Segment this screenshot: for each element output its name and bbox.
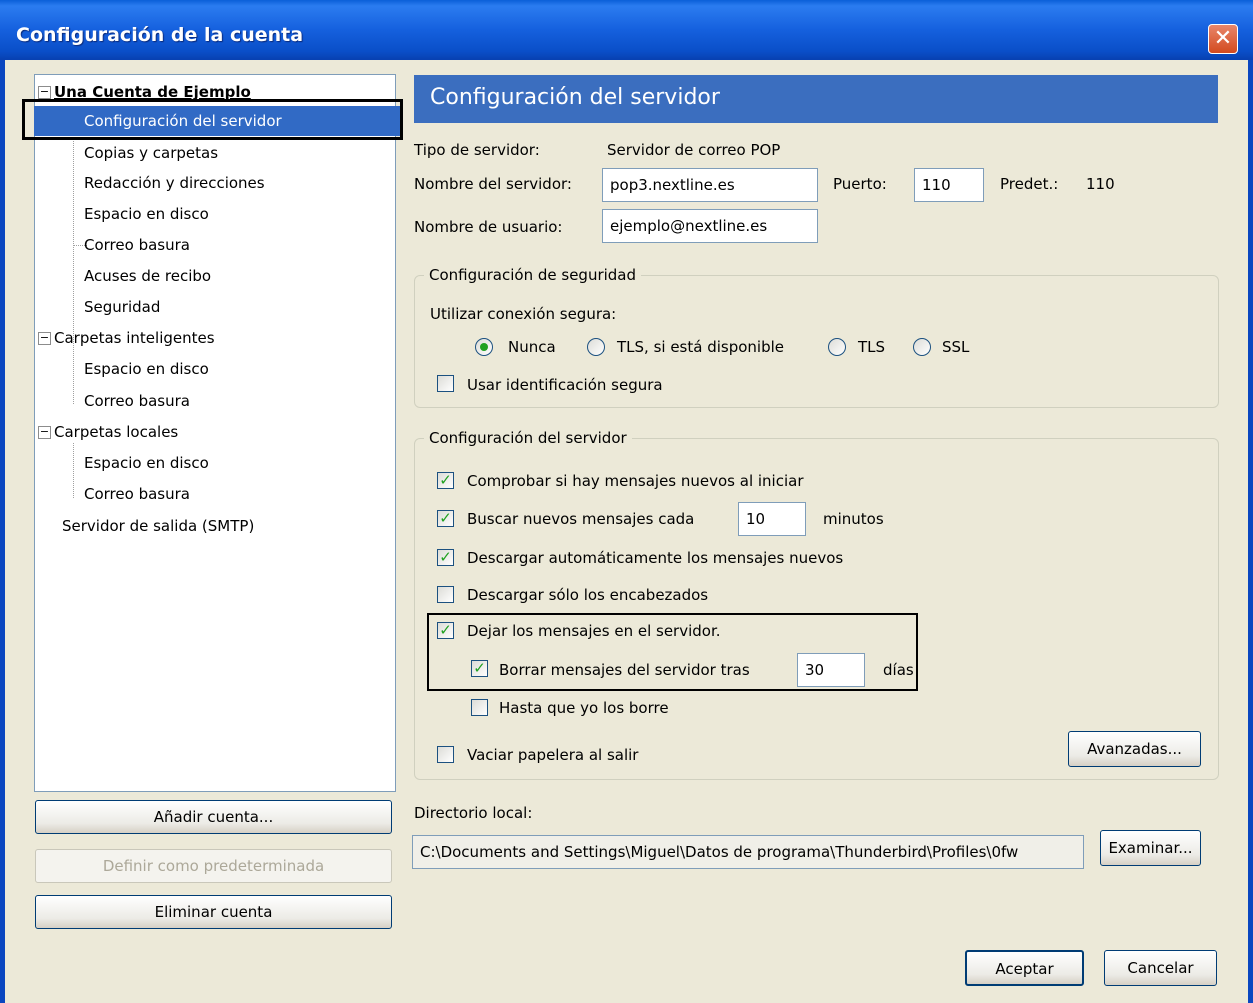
tree-item-smart-disk-space[interactable]: Espacio en disco — [84, 355, 209, 383]
tree-item-junk-mail[interactable]: Correo basura — [84, 231, 190, 259]
tree-line — [73, 443, 74, 498]
auto-download-checkbox[interactable]: ✓ — [437, 549, 454, 566]
tree-item-smart-junk[interactable]: Correo basura — [84, 387, 190, 415]
secure-auth-checkbox[interactable] — [437, 375, 454, 392]
radio-never-label[interactable]: Nunca — [508, 338, 556, 356]
check-startup-label[interactable]: Comprobar si hay mensajes nuevos al inic… — [467, 472, 804, 490]
tree-item-smtp[interactable]: Servidor de salida (SMTP) — [62, 512, 254, 540]
tree-item-composition[interactable]: Redacción y direcciones — [84, 169, 265, 197]
browse-button[interactable]: Examinar... — [1100, 830, 1201, 866]
headers-only-checkbox[interactable] — [437, 586, 454, 603]
username-field[interactable]: ejemplo@nextline.es — [602, 209, 818, 243]
collapse-icon[interactable]: − — [38, 426, 51, 439]
check-every-minutes-field[interactable]: 10 — [738, 502, 806, 536]
advanced-button[interactable]: Avanzadas... — [1068, 731, 1201, 767]
headers-only-label[interactable]: Descargar sólo los encabezados — [467, 586, 708, 604]
tree-node-label: Carpetas locales — [54, 423, 179, 441]
add-account-button[interactable]: Añadir cuenta... — [35, 800, 392, 834]
server-name-label: Nombre del servidor: — [414, 175, 572, 193]
remove-account-button[interactable]: Eliminar cuenta — [35, 895, 392, 929]
empty-trash-checkbox[interactable] — [437, 746, 454, 763]
username-label: Nombre de usuario: — [414, 218, 563, 236]
empty-trash-label[interactable]: Vaciar papelera al salir — [467, 746, 638, 764]
until-delete-checkbox[interactable] — [471, 699, 488, 716]
tree-item-local-disk-space[interactable]: Espacio en disco — [84, 449, 209, 477]
tree-item-local-junk[interactable]: Correo basura — [84, 480, 190, 508]
radio-tls-if-available[interactable] — [587, 338, 605, 356]
check-every-checkbox[interactable]: ✓ — [437, 510, 454, 527]
days-label: días — [883, 661, 914, 679]
auto-download-label[interactable]: Descargar automáticamente los mensajes n… — [467, 549, 843, 567]
delete-after-days-field[interactable]: 30 — [797, 653, 865, 687]
leave-on-server-checkbox[interactable]: ✓ — [437, 622, 454, 639]
window-title: Configuración de la cuenta — [16, 24, 304, 46]
tree-line — [73, 349, 74, 404]
secure-connection-label: Utilizar conexión segura: — [430, 305, 617, 323]
ok-button[interactable]: Aceptar — [965, 950, 1084, 986]
port-label: Puerto: — [833, 175, 887, 193]
server-type-label: Tipo de servidor: — [414, 141, 540, 159]
tree-item-disk-space[interactable]: Espacio en disco — [84, 200, 209, 228]
radio-never[interactable] — [475, 338, 493, 356]
radio-tls[interactable] — [828, 338, 846, 356]
security-group-title: Configuración de seguridad — [424, 266, 642, 284]
close-icon[interactable]: ✕ — [1208, 24, 1238, 54]
collapse-icon[interactable]: − — [38, 86, 51, 99]
delete-after-label[interactable]: Borrar mensajes del servidor tras — [499, 661, 750, 679]
page-title: Configuración del servidor — [430, 85, 720, 110]
minutes-label: minutos — [823, 510, 884, 528]
check-every-label[interactable]: Buscar nuevos mensajes cada — [467, 510, 694, 528]
radio-ssl-label[interactable]: SSL — [942, 338, 969, 356]
highlight-annotation — [22, 99, 403, 140]
tree-item-copies-folders[interactable]: Copias y carpetas — [84, 139, 218, 167]
tree-item-security[interactable]: Seguridad — [84, 293, 160, 321]
window-frame-right — [1248, 60, 1253, 1003]
cancel-button[interactable]: Cancelar — [1104, 950, 1217, 986]
default-port-value: 110 — [1086, 175, 1115, 193]
check-startup-checkbox[interactable]: ✓ — [437, 472, 454, 489]
window-frame-left — [0, 60, 5, 1003]
tree-item-return-receipts[interactable]: Acuses de recibo — [84, 262, 211, 290]
default-port-label: Predet.: — [1000, 175, 1059, 193]
server-type-value: Servidor de correo POP — [607, 141, 781, 159]
secure-auth-label[interactable]: Usar identificación segura — [467, 376, 663, 394]
local-dir-field[interactable]: C:\Documents and Settings\Miguel\Datos d… — [412, 835, 1084, 869]
port-field[interactable]: 110 — [914, 168, 984, 202]
radio-selected-dot — [480, 343, 488, 351]
leave-on-server-label[interactable]: Dejar los mensajes en el servidor. — [467, 622, 721, 640]
local-dir-label: Directorio local: — [414, 804, 533, 822]
panel-header: Configuración del servidor — [414, 75, 1218, 123]
delete-after-checkbox[interactable]: ✓ — [471, 660, 488, 677]
server-name-field[interactable]: pop3.nextline.es — [602, 168, 818, 202]
tree-node-label: Carpetas inteligentes — [54, 329, 215, 347]
radio-tls-if-available-label[interactable]: TLS, si está disponible — [617, 338, 784, 356]
set-default-button[interactable]: Definir como predeterminada — [35, 849, 392, 883]
account-settings-window: Configuración de la cuenta ✕ − Una Cuent… — [0, 0, 1253, 1003]
server-settings-group-title: Configuración del servidor — [424, 429, 632, 447]
collapse-icon[interactable]: − — [38, 332, 51, 345]
title-bar[interactable]: Configuración de la cuenta ✕ — [0, 0, 1253, 60]
radio-ssl[interactable] — [913, 338, 931, 356]
until-delete-label[interactable]: Hasta que yo los borre — [499, 699, 669, 717]
radio-tls-label[interactable]: TLS — [858, 338, 885, 356]
